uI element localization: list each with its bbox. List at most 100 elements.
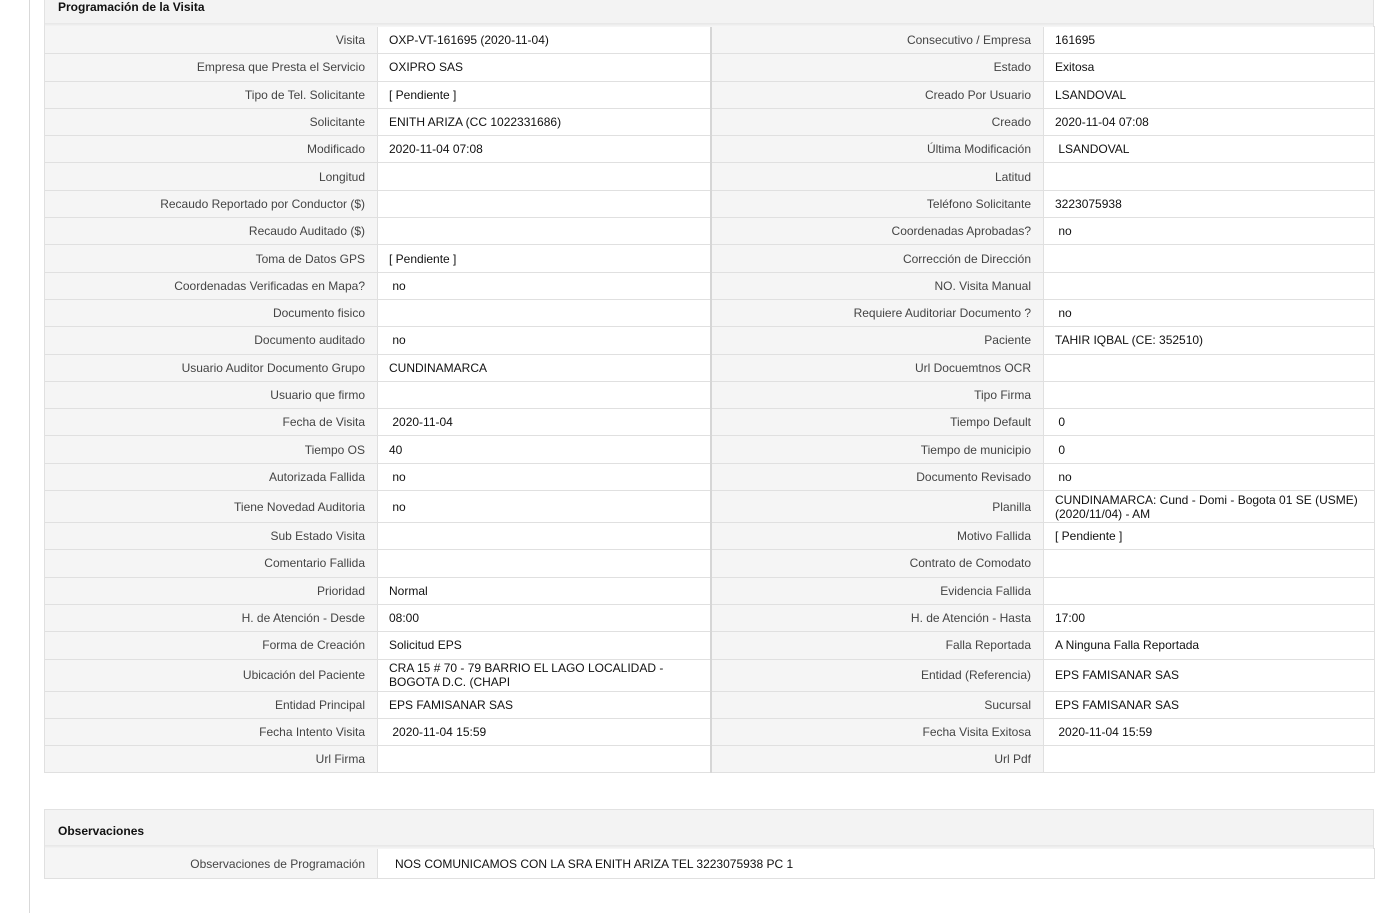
field-label: Evidencia Fallida [709, 576, 1044, 605]
field-value: no [1043, 217, 1375, 246]
field-value: 0 [1043, 435, 1375, 464]
table-row: Recaudo Auditado ($) Coordenadas Aprobada… [44, 217, 1375, 246]
field-value: no [377, 462, 711, 492]
field-label: Recaudo Auditado ($) [44, 217, 378, 246]
field-label: Falla Reportada [709, 631, 1044, 660]
field-value [377, 162, 711, 191]
field-value: no [377, 271, 711, 300]
table-row: Coordenadas Verificadas en Mapa? no NO. V… [44, 271, 1375, 300]
table-row: Comentario Fallida Contrato de Comodato [44, 549, 1375, 578]
field-value: OXP-VT-161695 (2020-11-04) [377, 25, 711, 55]
observations-row: Observaciones de Programación NOS COMUNI… [44, 848, 1375, 879]
observations-label: Observaciones de Programación [44, 848, 378, 879]
observations-panel-title: Observaciones [44, 809, 1374, 849]
field-value: LSANDOVAL [1043, 80, 1375, 109]
field-value: CUNDINAMARCA: Cund - Domi - Bogota 01 SE… [1043, 490, 1375, 524]
field-value: EPS FAMISANAR SAS [1043, 658, 1375, 692]
field-value: CUNDINAMARCA [377, 353, 711, 382]
table-row: Tiene Novedad Auditoria no Planilla CUNDIN… [44, 490, 1375, 524]
field-value: 2020-11-04 07:08 [377, 135, 711, 164]
field-label: Última Modificación [709, 135, 1044, 164]
field-value [377, 189, 711, 219]
field-label: Recaudo Reportado por Conductor ($) [44, 189, 378, 219]
field-label: Fecha de Visita [44, 408, 378, 437]
field-value: no [377, 326, 711, 355]
field-label: Tiene Novedad Auditoria [44, 490, 378, 524]
table-row: Empresa que Presta el Servicio OXIPRO SAS… [44, 53, 1375, 82]
table-row: Modificado 2020-11-04 07:08 Última Modific… [44, 135, 1375, 164]
field-value: no [1043, 298, 1375, 328]
observations-value: NOS COMUNICAMOS CON LA SRA ENITH ARIZA T… [377, 848, 1375, 879]
field-label: Sub Estado Visita [44, 522, 378, 551]
field-value: OXIPRO SAS [377, 53, 711, 82]
table-row: Forma de Creación Solicitud EPS Falla Repo… [44, 631, 1375, 660]
table-row: Documento fisico Requiere Auditoriar Docu… [44, 298, 1375, 328]
field-value: A Ninguna Falla Reportada [1043, 631, 1375, 660]
schedule-panel: Programación de la Visita Visita OXP-VT-1… [44, 0, 1375, 774]
field-value: 2020-11-04 [377, 408, 711, 437]
field-label: Comentario Fallida [44, 549, 378, 578]
field-label: Requiere Auditoriar Documento ? [709, 298, 1044, 328]
field-value: ENITH ARIZA (CC 1022331686) [377, 107, 711, 137]
field-value [377, 380, 711, 410]
schedule-table: Visita OXP-VT-161695 (2020-11-04) Consecut… [44, 25, 1375, 774]
field-label: Tiempo Default [709, 408, 1044, 437]
field-label: Documento Revisado [709, 462, 1044, 492]
field-label: Paciente [709, 326, 1044, 355]
field-label: Documento fisico [44, 298, 378, 328]
field-value [1043, 271, 1375, 300]
field-value [1043, 353, 1375, 382]
field-value: 3223075938 [1043, 189, 1375, 219]
field-label: Prioridad [44, 576, 378, 605]
table-row: H. de Atención - Desde 08:00 H. de Atenció… [44, 603, 1375, 633]
field-value: 0 [1043, 408, 1375, 437]
field-label: Coordenadas Aprobadas? [709, 217, 1044, 246]
field-value [377, 217, 711, 246]
field-label: NO. Visita Manual [709, 271, 1044, 300]
field-label: Tiempo de municipio [709, 435, 1044, 464]
table-row: Solicitante ENITH ARIZA (CC 1022331686) Cr… [44, 107, 1375, 137]
table-row: Longitud Latitud [44, 162, 1375, 191]
field-label: H. de Atención - Desde [44, 603, 378, 633]
table-row: Recaudo Reportado por Conductor ($) Teléf… [44, 189, 1375, 219]
field-value: 40 [377, 435, 711, 464]
table-row: Toma de Datos GPS[ Pendiente ] Corrección… [44, 244, 1375, 273]
field-value: LSANDOVAL [1043, 135, 1375, 164]
field-value: EPS FAMISANAR SAS [1043, 690, 1375, 719]
field-value [377, 298, 711, 328]
field-label: Latitud [709, 162, 1044, 191]
table-row: Fecha de Visita 2020-11-04 Tiempo Default… [44, 408, 1375, 437]
field-label: Fecha Visita Exitosa [709, 717, 1044, 747]
field-value [1043, 549, 1375, 578]
field-value [1043, 576, 1375, 605]
field-value: [ Pendiente ] [377, 80, 711, 109]
field-label: Toma de Datos GPS [44, 244, 378, 273]
field-value: Normal [377, 576, 711, 605]
field-label: Coordenadas Verificadas en Mapa? [44, 271, 378, 300]
field-label: Consecutivo / Empresa [709, 25, 1044, 55]
table-row: Usuario que firmo Tipo Firma [44, 380, 1375, 410]
left-border [29, 0, 30, 913]
field-value: 2020-11-04 15:59 [1043, 717, 1375, 747]
field-label: Entidad (Referencia) [709, 658, 1044, 692]
field-label: Creado [709, 107, 1044, 137]
field-label: Planilla [709, 490, 1044, 524]
field-label: Modificado [44, 135, 378, 164]
table-row: Fecha Intento Visita 2020-11-04 15:59 Fec… [44, 717, 1375, 747]
field-label: Estado [709, 53, 1044, 82]
field-value [1043, 162, 1375, 191]
field-label: Url Docuemtnos OCR [709, 353, 1044, 382]
field-value: [ Pendiente ] [1043, 522, 1375, 551]
field-value [1043, 380, 1375, 410]
field-label: Contrato de Comodato [709, 549, 1044, 578]
table-row: Entidad Principal EPS FAMISANAR SAS Sucurs… [44, 690, 1375, 719]
field-label: Entidad Principal [44, 690, 378, 719]
field-label: Sucursal [709, 690, 1044, 719]
observations-panel: Observaciones Observaciones de Programac… [44, 809, 1375, 879]
field-value: 08:00 [377, 603, 711, 633]
field-value: [ Pendiente ] [377, 244, 711, 273]
field-value: Exitosa [1043, 53, 1375, 82]
field-label: Ubicación del Paciente [44, 658, 378, 692]
field-label: Solicitante [44, 107, 378, 137]
field-value [1043, 745, 1375, 774]
